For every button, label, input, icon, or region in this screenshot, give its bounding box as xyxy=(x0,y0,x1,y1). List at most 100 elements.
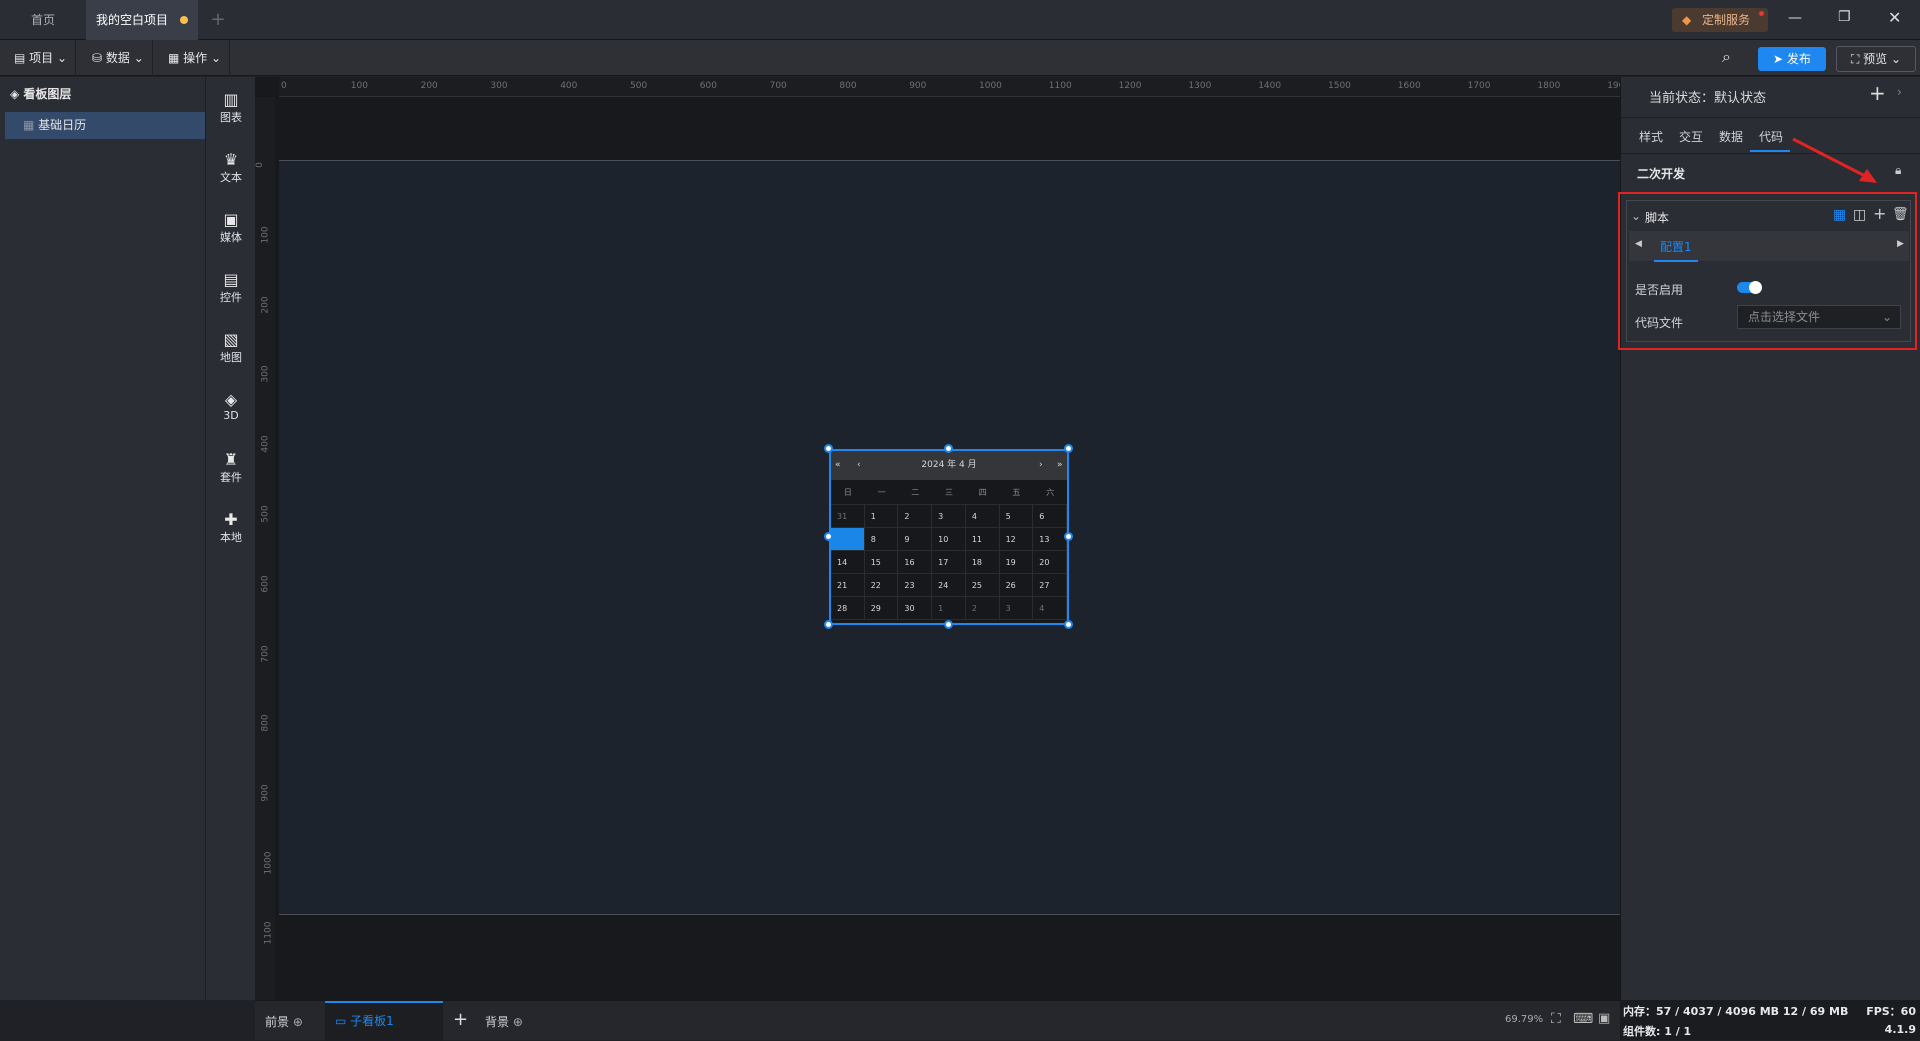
fit-screen-icon[interactable]: ⛶ xyxy=(1551,1011,1561,1027)
calendar-day[interactable]: 22 xyxy=(864,574,899,597)
calendar-day[interactable]: 9 xyxy=(898,528,933,551)
calendar-day[interactable]: 1 xyxy=(864,505,899,528)
calendar-day[interactable]: 20 xyxy=(1033,551,1067,574)
add-icon[interactable]: + xyxy=(1873,204,1886,223)
resize-handle[interactable] xyxy=(944,620,953,629)
calendar-day[interactable]: 31 xyxy=(831,505,865,528)
tab-code[interactable]: 代码 xyxy=(1759,128,1783,145)
custom-service-button[interactable]: ◆ 定制服务 xyxy=(1672,8,1768,32)
calendar-day[interactable]: 24 xyxy=(932,574,966,597)
tab-home[interactable]: 首页 xyxy=(0,0,86,40)
component-category-5[interactable]: ◈ 3D xyxy=(206,391,256,423)
terminal-icon[interactable]: ▣ xyxy=(1598,1011,1610,1026)
component-category-1[interactable]: ♛ 文本 xyxy=(206,151,256,185)
collapse-icon[interactable]: ⌄ xyxy=(1631,209,1641,223)
calendar-day[interactable]: 8 xyxy=(864,528,899,551)
calendar-day[interactable]: 30 xyxy=(898,597,933,620)
calendar-day[interactable]: 11 xyxy=(965,528,1000,551)
preview-button[interactable]: ⛶ 预览 ⌄ xyxy=(1836,46,1916,72)
enable-toggle[interactable] xyxy=(1737,281,1762,294)
chevron-right-icon[interactable]: › xyxy=(1897,85,1902,99)
add-board-button[interactable]: + xyxy=(453,1009,468,1030)
resize-handle[interactable] xyxy=(824,620,833,629)
layers-title: ◈ 看板图层 xyxy=(10,87,72,101)
calendar-day[interactable]: 21 xyxy=(831,574,865,597)
background-tab[interactable]: 背景 ⊕ xyxy=(485,1013,523,1030)
calendar-day[interactable]: 13 xyxy=(1033,528,1067,551)
next-year-icon[interactable]: » xyxy=(1057,451,1063,480)
tab-style[interactable]: 样式 xyxy=(1639,128,1663,145)
calendar-day[interactable]: 2 xyxy=(898,505,933,528)
data-menu[interactable]: ⛁ 数据 ⌄ xyxy=(84,40,153,76)
calendar-day[interactable]: 26 xyxy=(999,574,1034,597)
add-state-icon[interactable]: + xyxy=(1869,81,1886,105)
delete-icon[interactable]: 🗑︎ xyxy=(1892,207,1909,222)
calendar-day[interactable]: 4 xyxy=(1033,597,1067,620)
component-category-2[interactable]: ▣ 媒体 xyxy=(206,211,256,245)
subboard-tab[interactable]: ▭ 子看板1 xyxy=(325,1001,443,1041)
calendar-day[interactable]: 14 xyxy=(831,551,865,574)
new-tab-button[interactable]: + xyxy=(206,0,230,40)
tab-interaction[interactable]: 交互 xyxy=(1679,128,1703,145)
calendar-day[interactable]: 1 xyxy=(932,597,966,620)
calendar-day[interactable]: 4 xyxy=(965,505,1000,528)
ruler-y-label: 400 xyxy=(260,435,271,453)
calendar-day[interactable]: 3 xyxy=(932,505,966,528)
calendar-day[interactable]: 17 xyxy=(932,551,966,574)
calendar-day[interactable]: 12 xyxy=(999,528,1034,551)
scroll-right-icon[interactable]: ▶ xyxy=(1897,239,1904,249)
resize-handle[interactable] xyxy=(1064,444,1073,453)
component-category-0[interactable]: ▥ 图表 xyxy=(206,91,256,125)
calendar-day[interactable]: 6 xyxy=(1033,505,1067,528)
config-tab[interactable]: 配置1 xyxy=(1654,238,1698,262)
calendar-day[interactable]: 19 xyxy=(999,551,1034,574)
tab-project[interactable]: 我的空白项目 xyxy=(86,0,198,40)
calendar-day[interactable]: 2 xyxy=(965,597,1000,620)
category-icon: ▥ xyxy=(223,90,239,109)
close-icon[interactable]: ✕ xyxy=(1888,8,1901,27)
resize-handle[interactable] xyxy=(824,444,833,453)
tab-data[interactable]: 数据 xyxy=(1719,128,1743,145)
calendar-day[interactable]: 16 xyxy=(898,551,933,574)
ruler-x-label: 1500 xyxy=(1328,81,1351,91)
resize-handle[interactable] xyxy=(824,532,833,541)
calendar-day[interactable]: 28 xyxy=(831,597,865,620)
operation-menu[interactable]: ▦ 操作 ⌄ xyxy=(160,40,231,76)
layout-icon[interactable]: ▦ xyxy=(1833,207,1846,223)
search-icon[interactable]: ⌕ xyxy=(1722,47,1731,67)
file-select[interactable]: 点击选择文件 ⌄ xyxy=(1737,305,1901,329)
calendar-day[interactable]: 27 xyxy=(1033,574,1067,597)
zoom-level[interactable]: 69.79% xyxy=(1505,1014,1543,1025)
component-category-4[interactable]: ▧ 地图 xyxy=(206,331,256,365)
layer-item[interactable]: ▦ 基础日历 xyxy=(5,112,205,139)
calendar-day[interactable]: 23 xyxy=(898,574,933,597)
publish-button[interactable]: ➤ 发布 xyxy=(1758,47,1826,71)
component-category-7[interactable]: ✚ 本地 xyxy=(206,511,256,545)
next-month-icon[interactable]: › xyxy=(1039,451,1043,480)
project-menu[interactable]: ▤ 项目 ⌄ xyxy=(6,40,77,76)
calendar-day[interactable]: 29 xyxy=(864,597,899,620)
calendar-day[interactable]: 25 xyxy=(965,574,1000,597)
split-icon[interactable]: ◫ xyxy=(1853,207,1866,223)
minimize-icon[interactable]: — xyxy=(1788,10,1802,26)
resize-handle[interactable] xyxy=(1064,532,1073,541)
scroll-left-icon[interactable]: ◀ xyxy=(1635,239,1642,249)
calendar-day[interactable]: 3 xyxy=(999,597,1034,620)
publish-label: 发布 xyxy=(1786,52,1811,66)
keyboard-icon[interactable]: ⌨ xyxy=(1573,1011,1593,1027)
weekday-header: 一 xyxy=(864,480,899,505)
ruler-x-label: 0 xyxy=(281,81,287,91)
component-category-6[interactable]: ♜ 套件 xyxy=(206,451,256,485)
calendar-day[interactable]: 10 xyxy=(932,528,966,551)
resize-handle[interactable] xyxy=(1064,620,1073,629)
calendar-day[interactable]: 5 xyxy=(999,505,1034,528)
foreground-tab[interactable]: 前景 ⊕ xyxy=(265,1013,303,1030)
restore-icon[interactable]: ❐ xyxy=(1838,9,1851,25)
calendar-widget[interactable]: « ‹ 2024 年 4 月 › » 日一二三四五六 31 1 2 3 4 5 6 8 9 10 11… xyxy=(829,449,1069,625)
calendar-day[interactable]: 18 xyxy=(965,551,1000,574)
component-category-3[interactable]: ▤ 控件 xyxy=(206,271,256,305)
calendar-day-selected[interactable] xyxy=(831,528,865,551)
lock-icon[interactable]: 🔒︎ xyxy=(1895,163,1901,178)
calendar-day[interactable]: 15 xyxy=(864,551,899,574)
resize-handle[interactable] xyxy=(944,444,953,453)
